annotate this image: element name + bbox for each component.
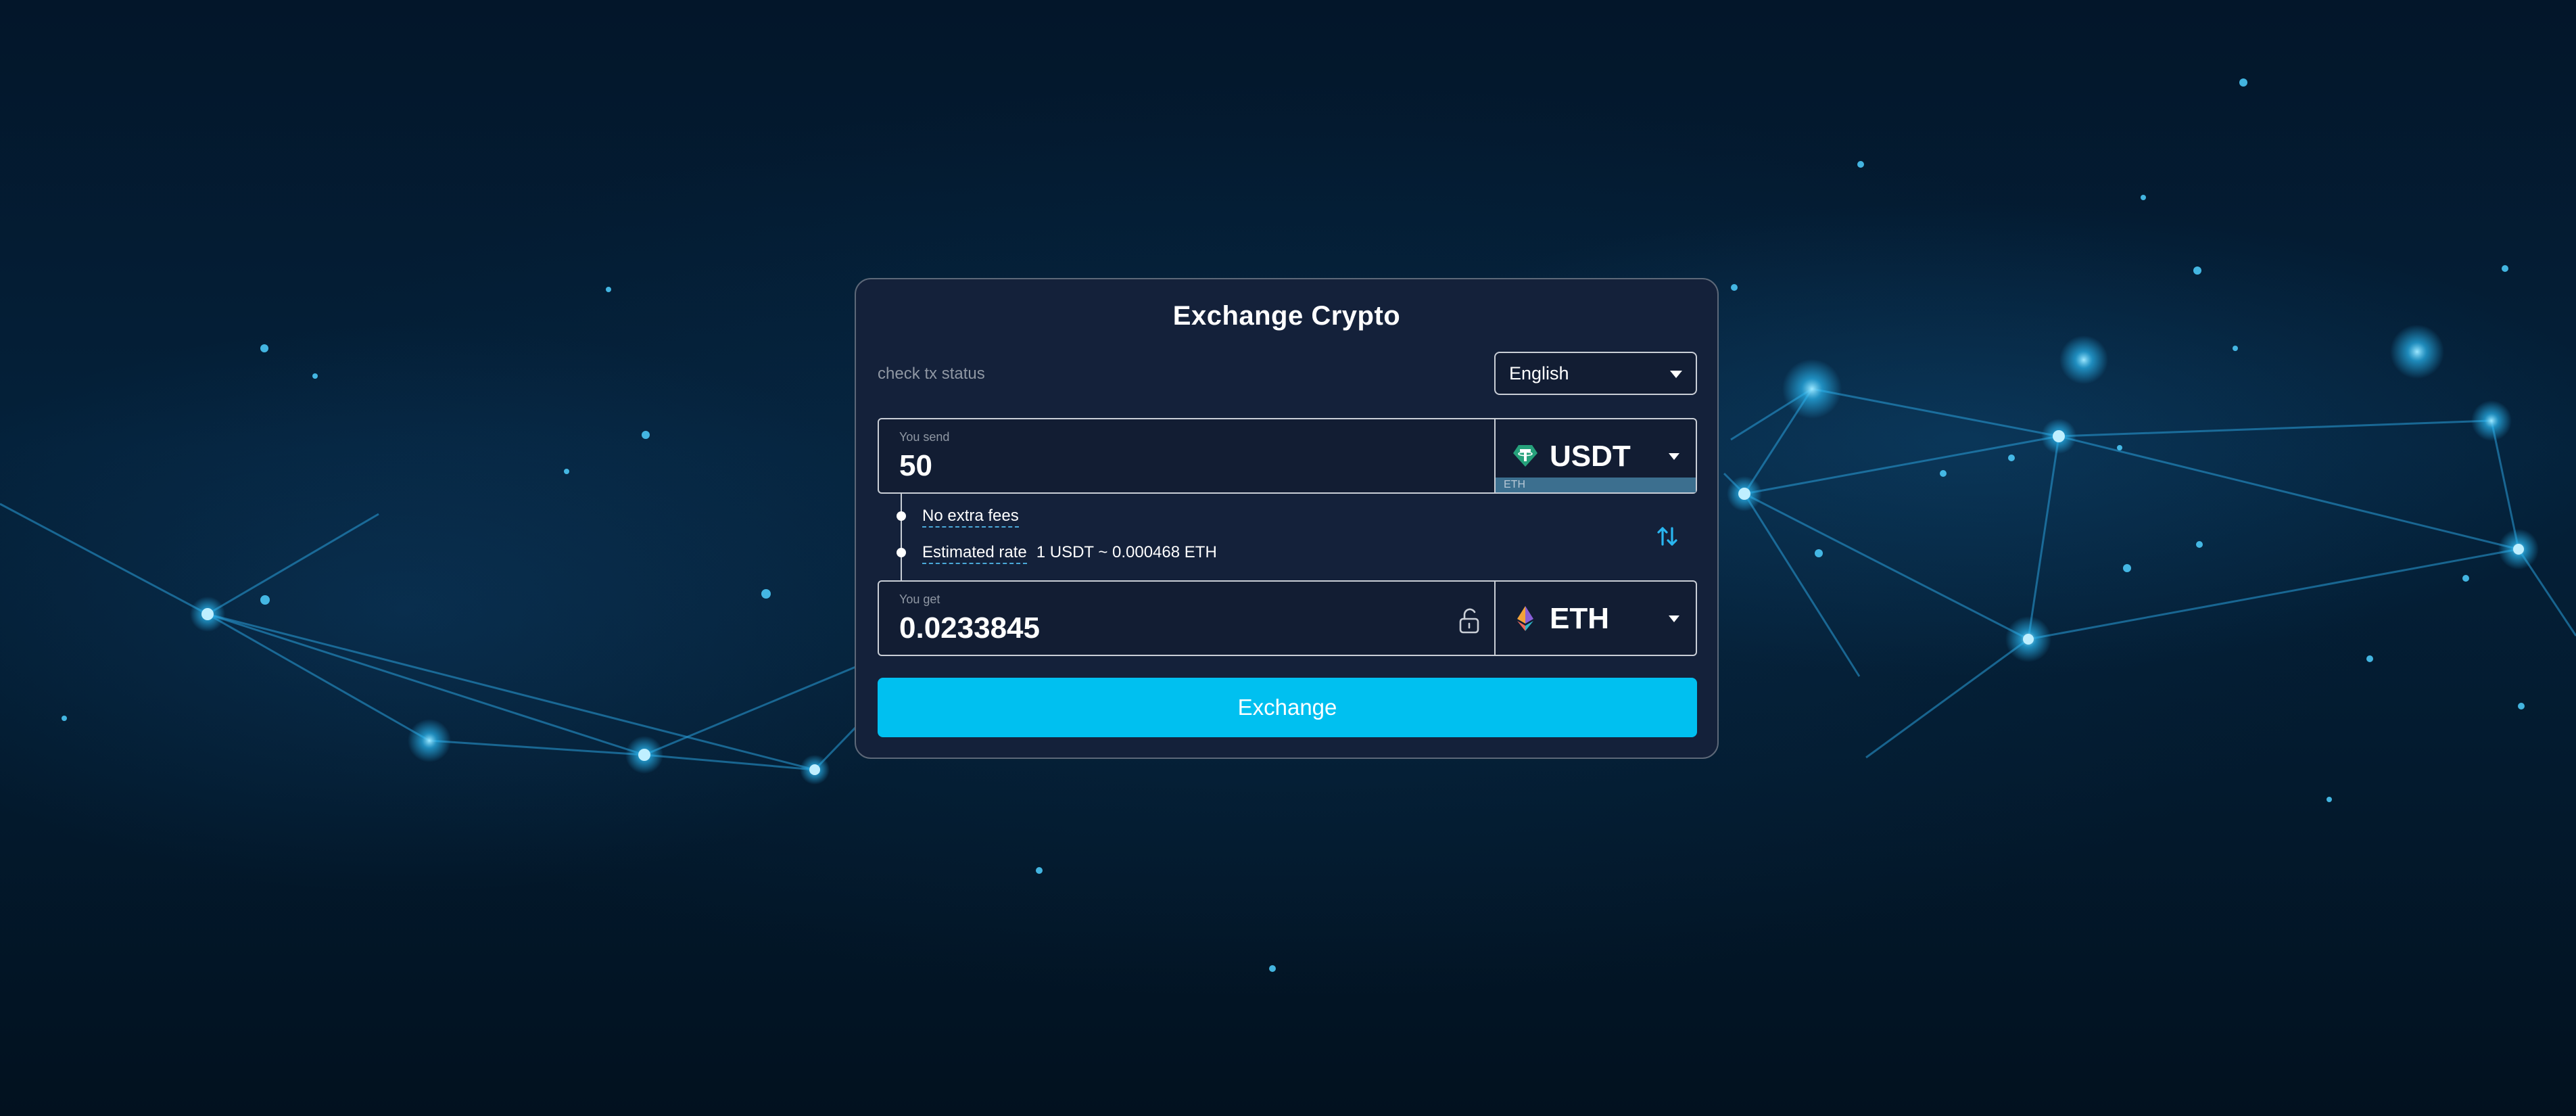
page: Exchange Crypto check tx status English … xyxy=(0,0,2576,1116)
info-dot xyxy=(897,548,906,557)
check-tx-status-link[interactable]: check tx status xyxy=(878,365,985,383)
get-row: You get ETH xyxy=(878,580,1697,656)
info-connector-line xyxy=(901,494,902,580)
caret-down-icon xyxy=(1670,371,1682,378)
get-label: You get xyxy=(899,592,940,606)
send-label: You send xyxy=(899,430,950,444)
get-coin-name: ETH xyxy=(1550,602,1609,635)
ethereum-icon xyxy=(1517,606,1533,631)
send-row: You send USDT ETH xyxy=(878,418,1697,494)
get-amount-box[interactable]: You get xyxy=(879,582,1494,655)
get-coin-select[interactable]: ETH xyxy=(1496,582,1696,655)
fees-info: No extra fees xyxy=(922,507,1019,528)
swap-arrows-icon[interactable] xyxy=(1654,523,1681,550)
language-select[interactable]: English xyxy=(1494,352,1697,395)
no-extra-fees-link[interactable]: No extra fees xyxy=(922,507,1019,528)
caret-down-icon xyxy=(1669,453,1679,460)
send-network-badge: ETH xyxy=(1496,478,1696,492)
exchange-button[interactable]: Exchange xyxy=(878,678,1697,737)
send-amount-input[interactable] xyxy=(899,449,1413,483)
language-select-value: English xyxy=(1509,363,1569,383)
info-dot xyxy=(897,511,906,521)
estimated-rate-link[interactable]: Estimated rate xyxy=(922,543,1027,564)
rate-info: Estimated rate 1 USDT ~ 0.000468 ETH xyxy=(922,543,1217,564)
unlock-icon[interactable] xyxy=(1458,607,1481,634)
caret-down-icon xyxy=(1669,615,1679,622)
rate-value: 1 USDT ~ 0.000468 ETH xyxy=(1036,543,1217,561)
get-amount-input[interactable] xyxy=(899,611,1413,645)
exchange-card: Exchange Crypto check tx status English … xyxy=(855,278,1719,759)
card-title: Exchange Crypto xyxy=(1172,301,1401,331)
send-amount-box[interactable]: You send xyxy=(879,419,1494,492)
send-coin-name: USDT xyxy=(1550,440,1631,473)
tether-icon xyxy=(1513,445,1537,467)
